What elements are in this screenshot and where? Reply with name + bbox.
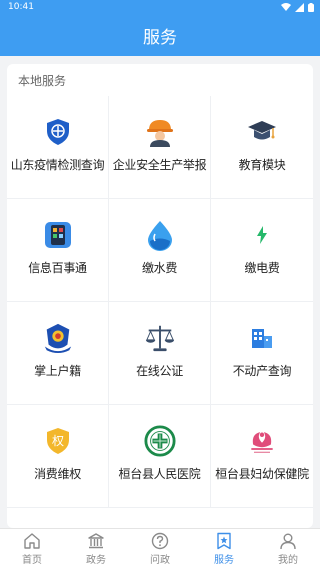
tab-inquiry[interactable]: 问政 (128, 529, 192, 568)
user-icon (278, 531, 298, 551)
tab-services[interactable]: 服务 (192, 529, 256, 568)
home-icon (22, 531, 42, 551)
tab-home[interactable]: 首页 (0, 529, 64, 568)
tab-label: 首页 (22, 555, 42, 566)
service-label: 不动产查询 (232, 364, 292, 378)
battery-icon (308, 2, 314, 12)
bottom-tab-bar: 首页 政务 问政 服务 我的 (0, 528, 320, 568)
wifi-icon (281, 3, 291, 11)
water-drop-icon (144, 219, 176, 251)
tab-government[interactable]: 政务 (64, 529, 128, 568)
question-icon (150, 531, 170, 551)
service-label: 在线公证 (136, 364, 183, 378)
consumer-shield-icon: 权 (42, 425, 74, 457)
status-icons (281, 2, 314, 12)
maternal-hospital-icon (246, 425, 278, 457)
scales-icon (144, 322, 176, 354)
title-bar: 服务 (0, 14, 320, 56)
service-label: 桓台县人民医院 (118, 467, 201, 481)
service-peoples-hospital[interactable]: 桓台县人民医院 (109, 405, 211, 508)
tab-label: 政务 (86, 555, 106, 566)
worker-helmet-icon (144, 116, 176, 148)
status-bar: 10:41 (0, 0, 320, 14)
service-household-registry[interactable]: 掌上户籍 (7, 302, 109, 405)
service-education[interactable]: 教育模块 (211, 96, 313, 199)
section-title: 本地服务 (18, 74, 67, 88)
service-electric-fee[interactable]: 缴电费 (211, 199, 313, 302)
service-label: 缴水费 (141, 261, 178, 275)
tab-mine[interactable]: 我的 (256, 529, 320, 568)
service-consumer-rights[interactable]: 权 消费维权 (7, 405, 109, 508)
police-emblem-icon (42, 322, 74, 354)
tab-label: 我的 (278, 555, 298, 566)
service-epidemic-query[interactable]: 山东疫情检测查询 (7, 96, 109, 199)
service-label: 掌上户籍 (34, 364, 81, 378)
page-title: 服务 (143, 27, 177, 48)
service-label: 消费维权 (34, 467, 81, 481)
service-safety-report[interactable]: 企业安全生产举报 (109, 96, 211, 199)
service-label: 缴电费 (244, 261, 280, 275)
tab-label: 问政 (150, 555, 170, 566)
service-label: 教育模块 (238, 158, 286, 172)
service-real-estate-query[interactable]: 不动产查询 (211, 302, 313, 405)
government-icon (86, 531, 106, 551)
service-info[interactable]: 信息百事通 (7, 199, 109, 302)
service-label: 信息百事通 (28, 261, 87, 275)
shield-cross-icon (42, 116, 74, 148)
lightning-icon (246, 219, 278, 251)
hospital-emblem-icon (143, 425, 176, 457)
local-services-card: 本地服务 山东疫情检测查询 企业安全生产举报 教育模块 信息百事通 缴水费 缴电… (7, 64, 313, 528)
bookmark-star-icon (214, 531, 234, 551)
services-grid: 山东疫情检测查询 企业安全生产举报 教育模块 信息百事通 缴水费 缴电费 掌上户… (7, 96, 313, 508)
signal-icon (295, 2, 304, 12)
graduation-cap-icon (246, 116, 278, 148)
building-icon (246, 322, 278, 354)
phone-apps-icon (42, 219, 74, 251)
service-water-fee[interactable]: 缴水费 (109, 199, 211, 302)
status-time: 10:41 (8, 2, 34, 12)
service-label: 桓台县妇幼保健院 (215, 467, 309, 481)
tab-label: 服务 (214, 555, 234, 566)
svg-text:权: 权 (51, 434, 63, 448)
service-label: 企业安全生产举报 (112, 158, 207, 172)
service-maternal-hospital[interactable]: 桓台县妇幼保健院 (211, 405, 313, 508)
service-label: 山东疫情检测查询 (10, 158, 105, 172)
service-online-notary[interactable]: 在线公证 (109, 302, 211, 405)
